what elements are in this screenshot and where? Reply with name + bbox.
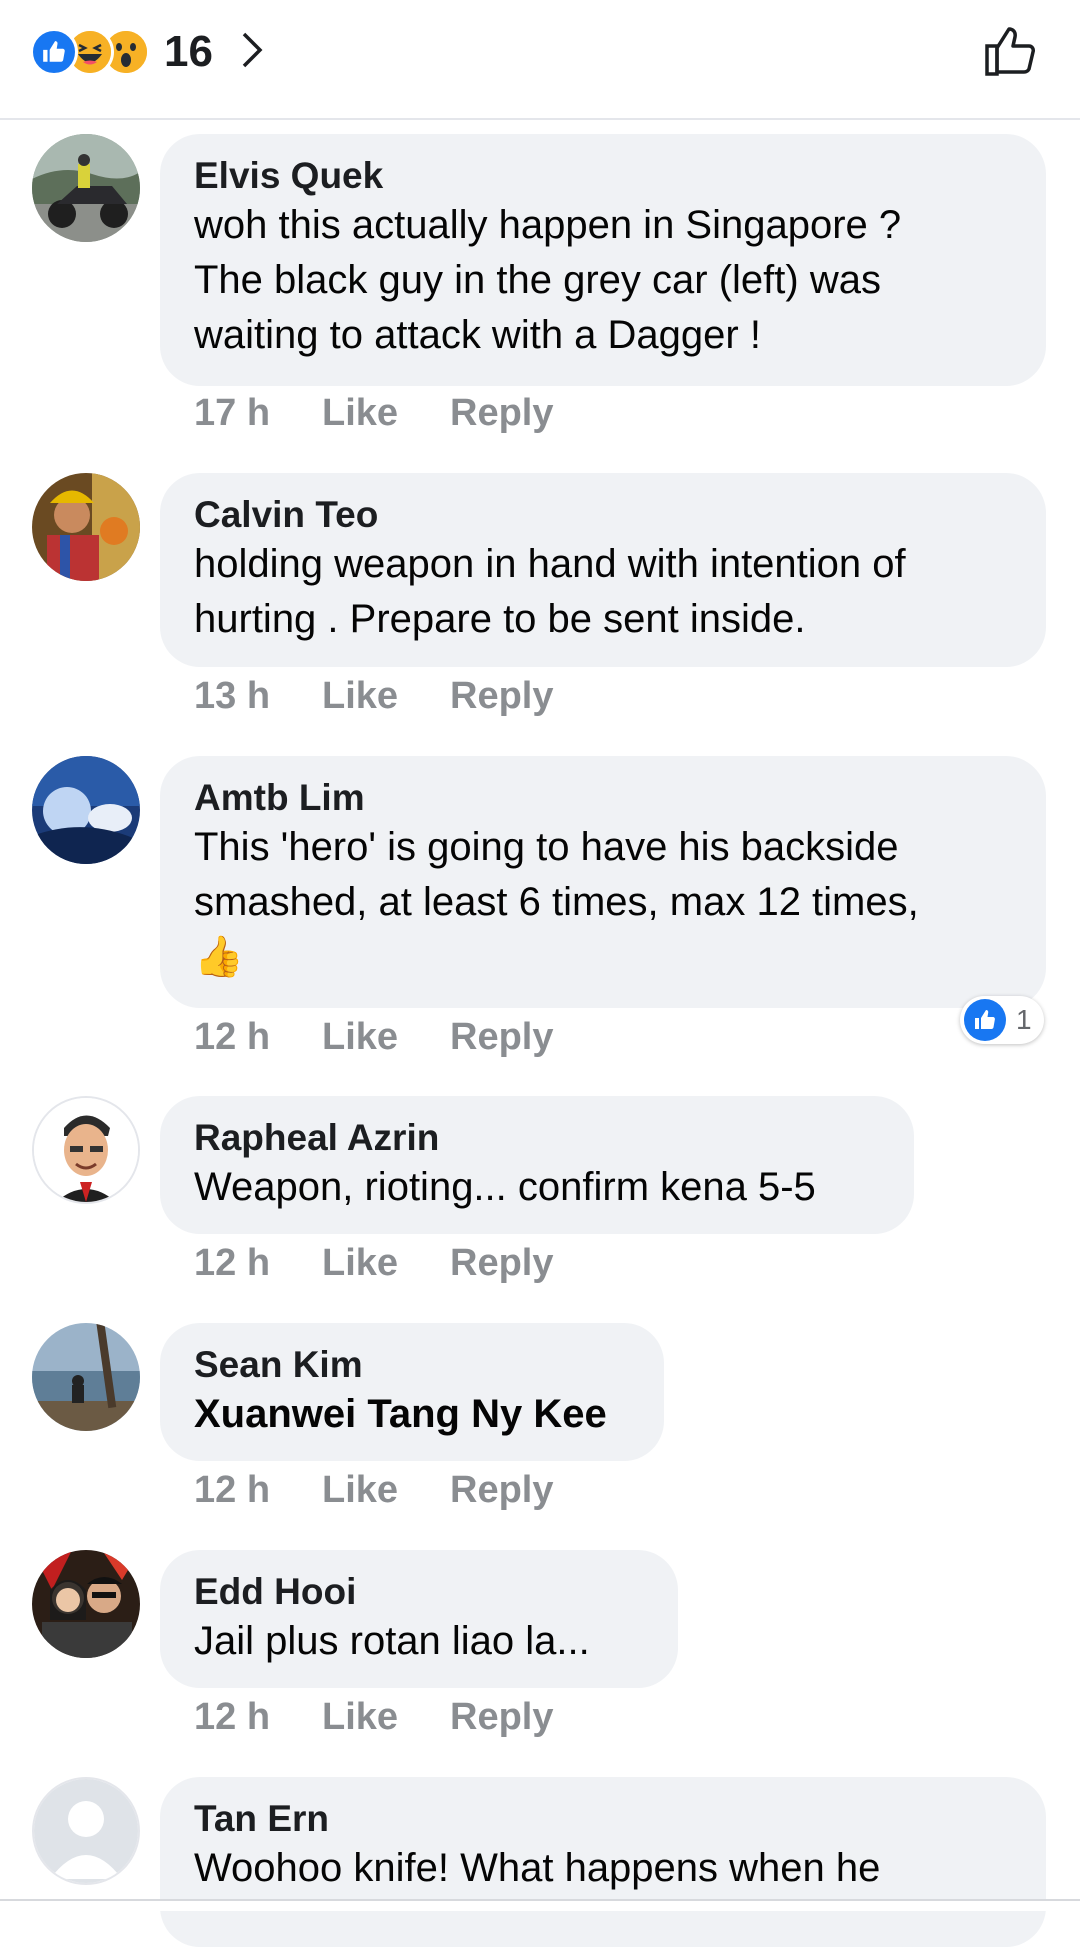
like-button[interactable]: Like xyxy=(322,1016,450,1059)
comment-author[interactable]: Rapheal Azrin xyxy=(194,1116,880,1160)
avatar[interactable] xyxy=(32,756,140,864)
comment-author[interactable]: Sean Kim xyxy=(194,1343,630,1387)
comment-text: This 'hero' is going to have his backsid… xyxy=(194,825,899,869)
reply-button[interactable]: Reply xyxy=(450,1469,553,1512)
comment-actions: 17 h Like Reply xyxy=(194,392,553,435)
comment-actions: 12 h Like Reply xyxy=(194,1469,553,1512)
avatar[interactable] xyxy=(32,1096,140,1204)
like-button[interactable]: Like xyxy=(322,675,450,718)
avatar[interactable] xyxy=(32,1550,140,1658)
comment-text: waiting to attack with a Dagger ! xyxy=(194,313,761,357)
comment-text: The black guy in the grey car (left) was xyxy=(194,258,881,302)
comment-actions: 12 h Like Reply xyxy=(194,1696,553,1739)
comment-timestamp[interactable]: 12 h xyxy=(194,1242,322,1285)
like-button[interactable]: Like xyxy=(322,1696,450,1739)
comment-author[interactable]: Calvin Teo xyxy=(194,493,1012,537)
reply-button[interactable]: Reply xyxy=(450,392,553,435)
comment-timestamp[interactable]: 13 h xyxy=(194,675,322,718)
comment-text: hurting . Prepare to be sent inside. xyxy=(194,597,806,641)
comment-actions: 13 h Like Reply xyxy=(194,675,553,718)
like-button[interactable]: Like xyxy=(322,392,450,435)
avatar[interactable] xyxy=(32,134,140,242)
like-reaction-icon xyxy=(964,999,1006,1041)
comment-bubble: Edd Hooi Jail plus rotan liao la... xyxy=(160,1550,678,1688)
comment-text: smashed, at least 6 times, max 12 times, xyxy=(194,880,919,924)
comment-timestamp[interactable]: 12 h xyxy=(194,1469,322,1512)
comment-actions: 12 h Like Reply xyxy=(194,1242,553,1285)
bottom-divider xyxy=(0,1899,1080,1911)
comment-author[interactable]: Tan Ern xyxy=(194,1797,1012,1841)
comment-bubble: Rapheal Azrin Weapon, rioting... confirm… xyxy=(160,1096,914,1234)
comment-author[interactable]: Edd Hooi xyxy=(194,1570,644,1614)
avatar[interactable] xyxy=(32,1777,140,1885)
comment-author[interactable]: Amtb Lim xyxy=(194,776,1012,820)
reactions-header: 16 xyxy=(0,0,1080,120)
comment-reaction-count: 1 xyxy=(1016,1004,1032,1035)
comment-text: holding weapon in hand with intention of xyxy=(194,542,906,586)
avatar[interactable] xyxy=(32,1323,140,1431)
comment-text: Jail plus rotan liao la... xyxy=(194,1619,590,1663)
reaction-summary[interactable]: 16 xyxy=(30,27,265,76)
comment-text: woh this actually happen in Singapore ? xyxy=(194,203,902,247)
reply-button[interactable]: Reply xyxy=(450,1696,553,1739)
comment-author[interactable]: Elvis Quek xyxy=(194,154,1012,198)
comment-timestamp[interactable]: 17 h xyxy=(194,392,322,435)
tagged-names[interactable]: Xuanwei Tang Ny Kee xyxy=(194,1387,630,1442)
chevron-right-icon xyxy=(239,30,265,75)
comment-bubble: Tan Ern Woohoo knife! What happens when … xyxy=(160,1777,1046,1947)
comment-bubble: Sean Kim Xuanwei Tang Ny Kee xyxy=(160,1323,664,1461)
reply-button[interactable]: Reply xyxy=(450,1242,553,1285)
comment-bubble: Amtb Lim This 'hero' is going to have hi… xyxy=(160,756,1046,1008)
like-button[interactable]: Like xyxy=(322,1469,450,1512)
reply-button[interactable]: Reply xyxy=(450,1016,553,1059)
reply-button[interactable]: Reply xyxy=(450,675,553,718)
comment-actions: 12 h Like Reply xyxy=(194,1016,553,1059)
thumbs-up-emoji: 👍 xyxy=(194,935,244,979)
comment-bubble: Elvis Quek woh this actually happen in S… xyxy=(160,134,1046,386)
comment-timestamp[interactable]: 12 h xyxy=(194,1696,322,1739)
like-button[interactable]: Like xyxy=(322,1242,450,1285)
comment-text: Woohoo knife! What happens when he xyxy=(194,1846,881,1890)
comment-reaction-badge[interactable]: 1 xyxy=(960,996,1044,1044)
like-reaction-icon xyxy=(30,28,78,76)
reaction-count: 16 xyxy=(164,27,213,76)
comment-bubble: Calvin Teo holding weapon in hand with i… xyxy=(160,473,1046,667)
comment-text: Weapon, rioting... confirm kena 5-5 xyxy=(194,1165,816,1209)
comment-timestamp[interactable]: 12 h xyxy=(194,1016,322,1059)
avatar[interactable] xyxy=(32,473,140,581)
like-post-icon[interactable] xyxy=(982,24,1038,85)
